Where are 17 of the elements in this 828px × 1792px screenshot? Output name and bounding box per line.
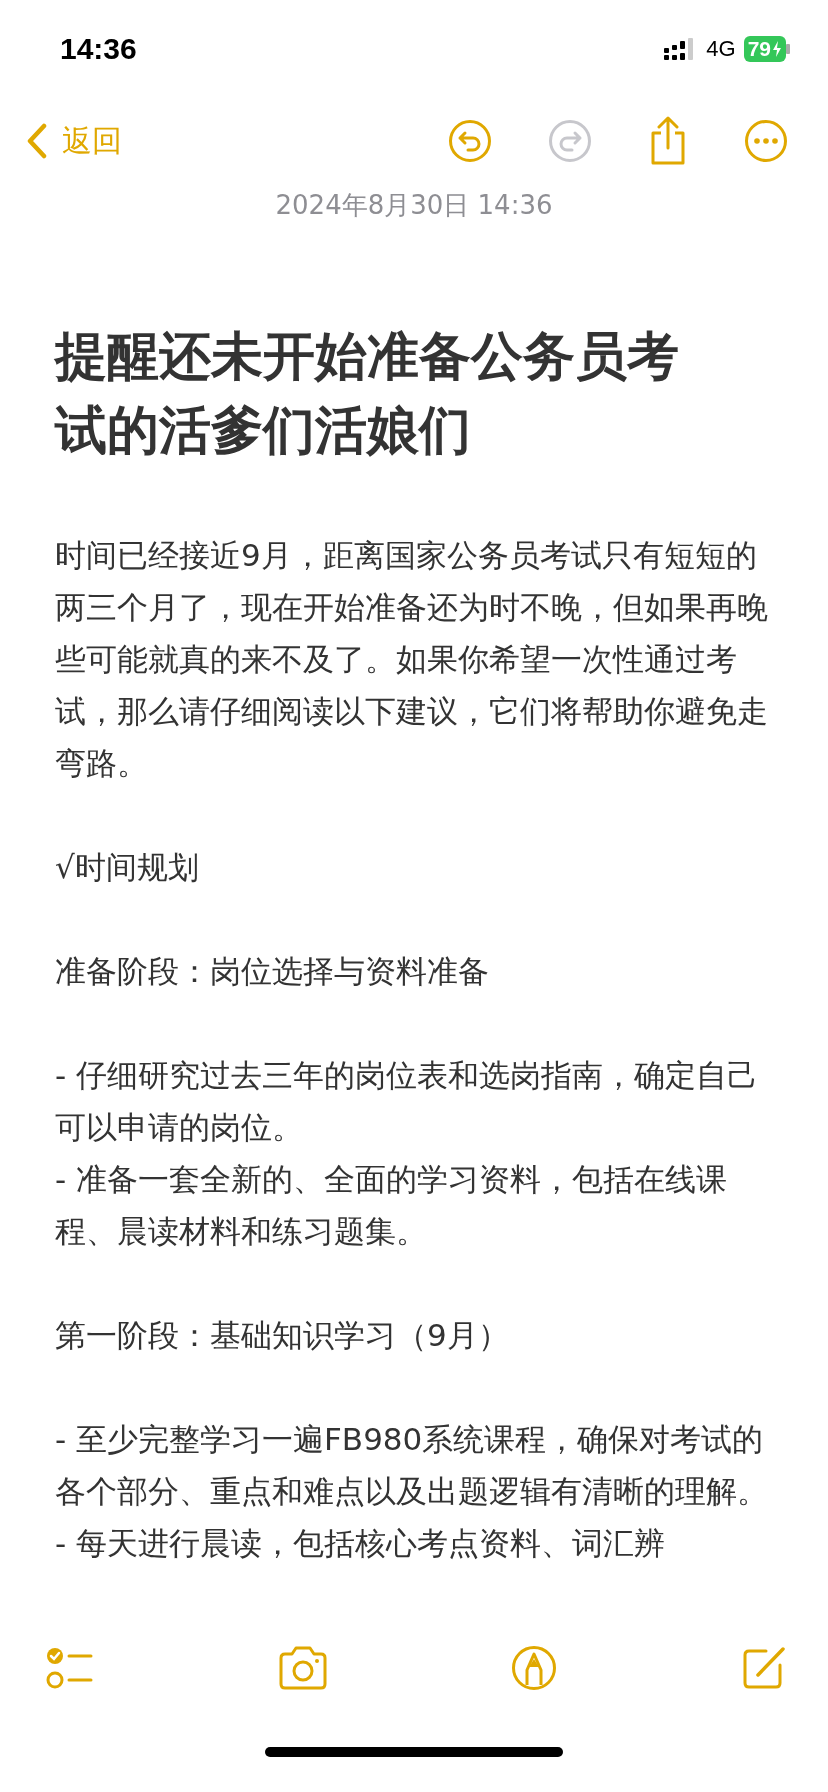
- status-time: 14:36: [60, 32, 137, 66]
- note-paragraph: 准备阶段：岗位选择与资料准备: [55, 952, 490, 991]
- note-paragraph: 时间已经接近9月，距离国家公务员考试只有短短的两三个月了，现在开始准备还为时不晚，但如果再晚些可能就真的来不及了。如果你希望一次性通过考试，那么请仔细阅读以下建议，它们将帮助你避免走弯路。: [55, 536, 769, 783]
- note-date: 2024年8月30日 14:36: [274, 189, 554, 222]
- note-paragraph: - 准备一套全新的、全面的学习资料，包括在线课程、晨读材料和练习题集。: [55, 1160, 729, 1251]
- note-paragraph: √时间规划: [55, 848, 200, 887]
- back-button[interactable]: 返回: [26, 120, 122, 162]
- undo-button[interactable]: [448, 119, 492, 163]
- note-paragraph: - 每天进行晨读，包括核心考点资料、词汇辨: [55, 1524, 667, 1563]
- note-paragraph: 第一阶段：基础知识学习（9月）: [55, 1316, 510, 1355]
- markup-button[interactable]: [511, 1645, 558, 1691]
- note-paragraph: - 至少完整学习一遍FB980系统课程，确保对考试的各个部分、重点和难点以及出题逻辑有清晰的理解。: [55, 1420, 769, 1511]
- more-button[interactable]: [744, 119, 788, 163]
- note-paragraph: - 仔细研究过去三年的岗位表和选岗指南，确定自己可以申请的岗位。: [55, 1056, 760, 1147]
- network-label: 4G: [706, 36, 736, 62]
- note-title: 提醒还未开始准备公务员考试的活爹们活娘们: [55, 325, 680, 462]
- back-chevron-icon: [26, 123, 48, 159]
